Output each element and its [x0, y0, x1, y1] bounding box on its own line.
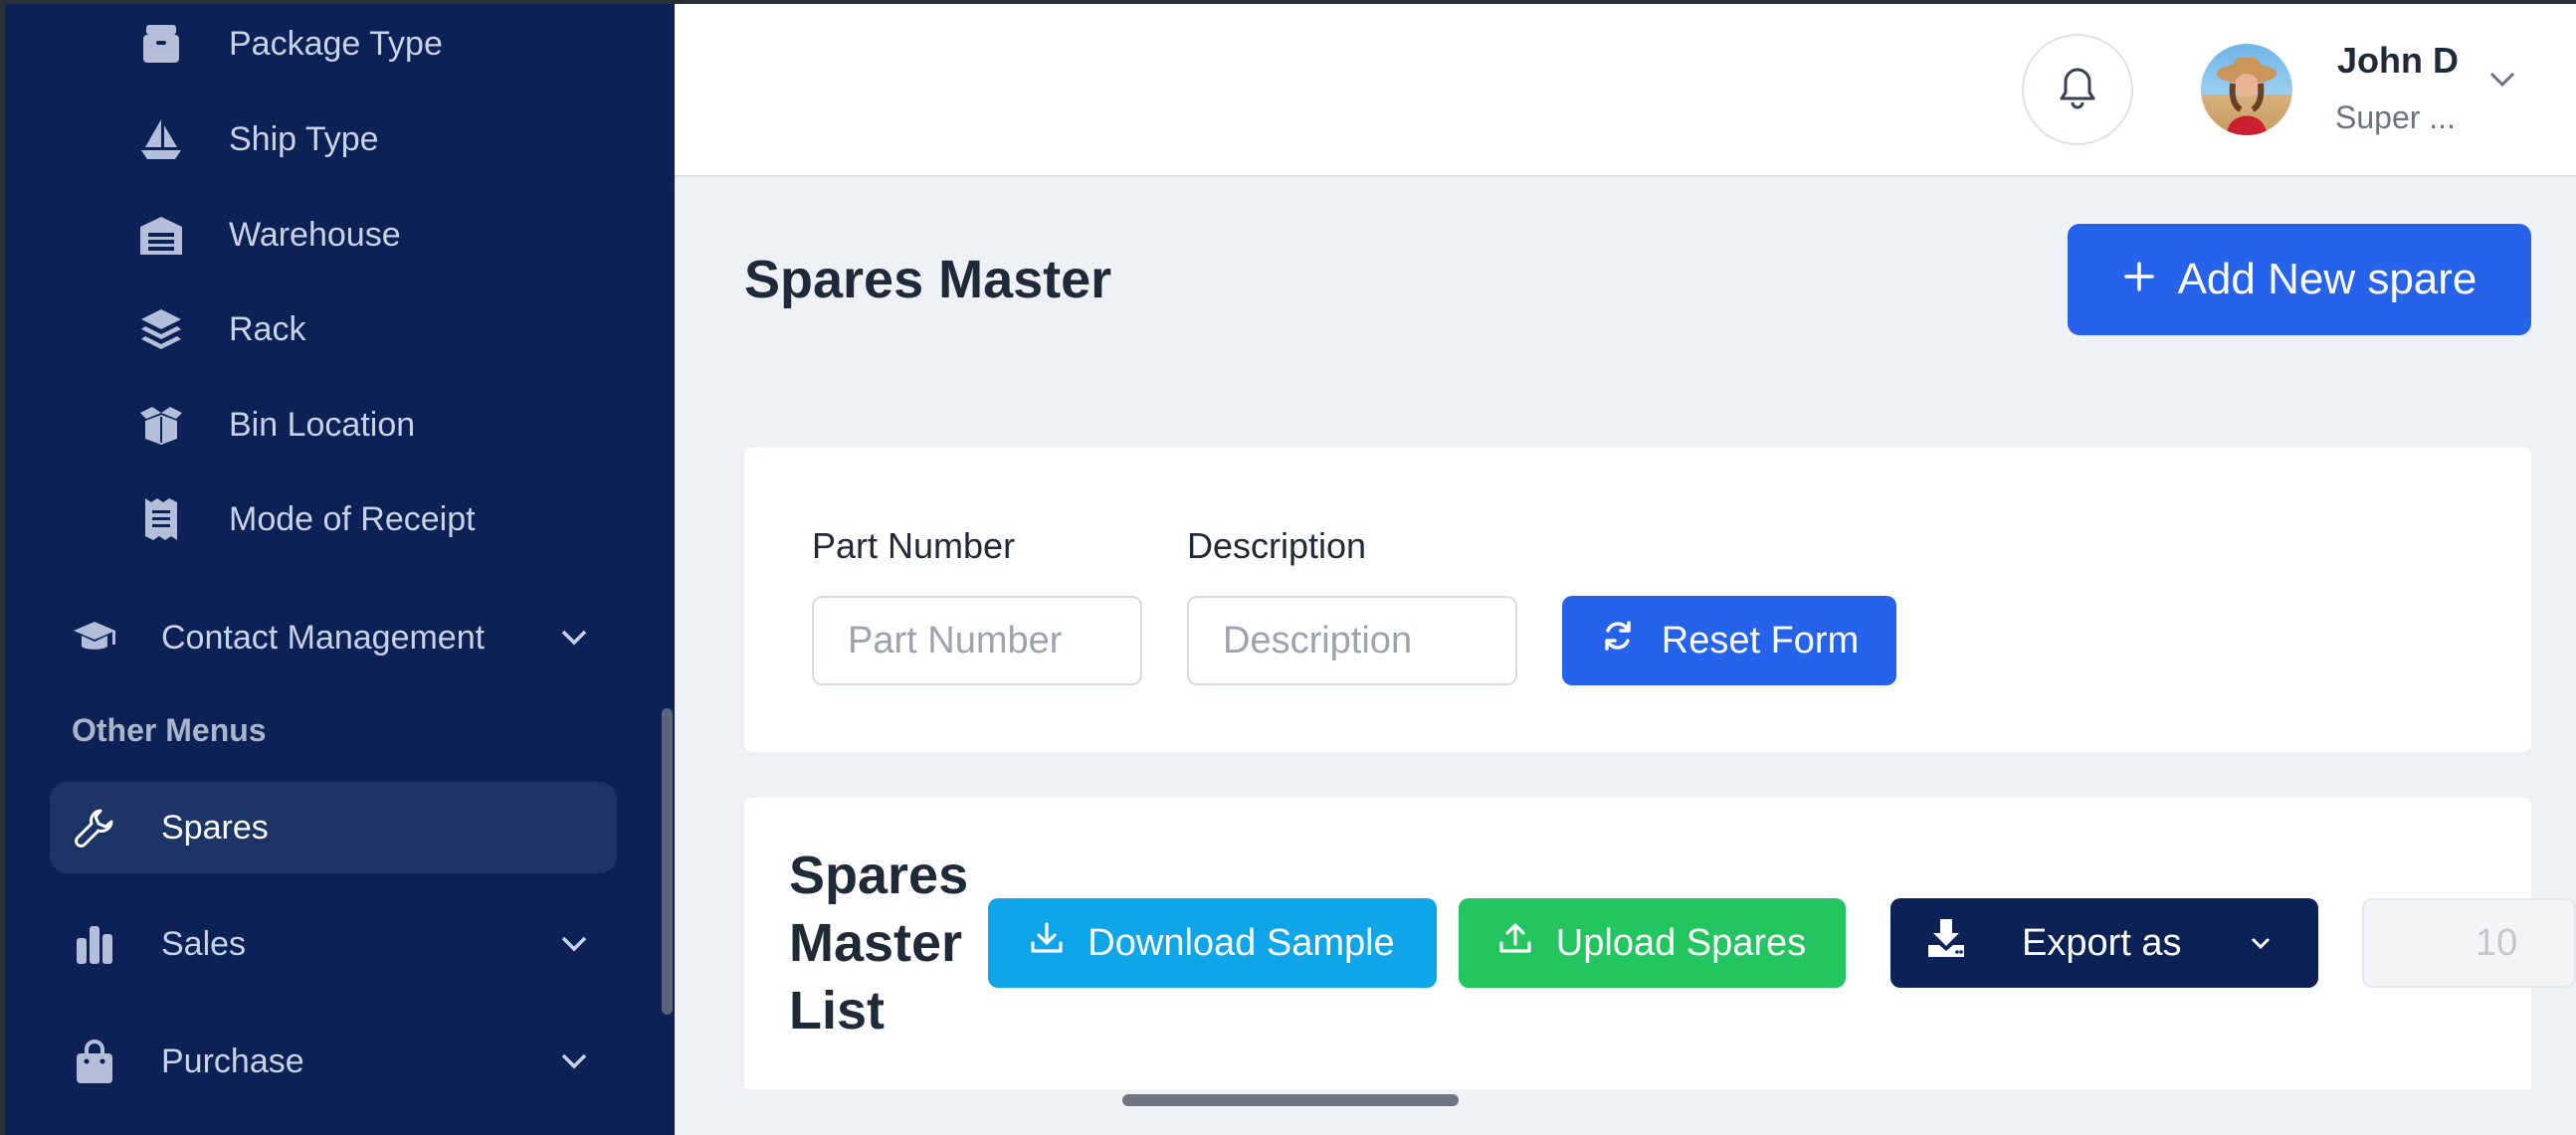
sidebar-item-warehouse[interactable]: Warehouse [137, 205, 401, 265]
page-title: Spares Master [744, 250, 1112, 309]
user-menu-chevron-down-icon[interactable] [2487, 70, 2517, 95]
sidebar-item-label: Package Type [229, 24, 443, 63]
bell-icon [2058, 66, 2097, 114]
download-icon [1030, 921, 1064, 965]
package-icon [137, 20, 185, 68]
box-open-icon [137, 401, 185, 449]
chevron-down-icon [549, 935, 599, 953]
part-number-input[interactable] [812, 596, 1142, 685]
sidebar-item-purchase[interactable]: Purchase [50, 1016, 617, 1107]
sidebar-item-label: Contact Management [161, 618, 486, 657]
sailboat-icon [137, 115, 185, 163]
sidebar-item-label: Rack [229, 309, 306, 348]
upload-spares-button[interactable]: Upload Spares [1459, 898, 1846, 988]
sidebar-item-contact-management[interactable]: Contact Management [50, 592, 617, 683]
upload-icon [1498, 921, 1532, 965]
sidebar-item-label: Spares [161, 808, 269, 847]
sidebar-item-label: Warehouse [229, 215, 401, 254]
sidebar-item-ship-type[interactable]: Ship Type [137, 109, 379, 169]
page-size-value: 10 [2476, 921, 2518, 964]
bar-chart-icon [50, 924, 139, 964]
graduation-cap-icon [50, 620, 139, 656]
sidebar-item-bin-location[interactable]: Bin Location [137, 395, 415, 455]
section-heading-other-menus: Other Menus [72, 712, 267, 748]
description-input[interactable] [1187, 596, 1517, 685]
reset-form-label: Reset Form [1661, 619, 1860, 662]
reset-form-button[interactable]: Reset Form [1562, 596, 1896, 685]
sidebar-item-mode-of-receipt[interactable]: Mode of Receipt [137, 489, 476, 549]
chevron-down-icon [549, 1052, 599, 1070]
upload-spares-label: Upload Spares [1555, 921, 1807, 964]
download-tray-icon [1926, 917, 1966, 969]
part-number-label: Part Number [812, 525, 1016, 566]
notifications-button[interactable] [2022, 34, 2133, 145]
sidebar-item-sales[interactable]: Sales [50, 898, 617, 990]
refresh-icon [1600, 618, 1636, 663]
sidebar: Package Type Ship Type Warehouse Rack Bi… [0, 0, 675, 1135]
plus-icon [2122, 255, 2156, 304]
sidebar-item-label: Mode of Receipt [229, 499, 476, 538]
user-name: John D [2337, 40, 2459, 81]
sidebar-item-label: Sales [161, 924, 247, 963]
user-role: Super ... [2335, 99, 2456, 135]
layers-icon [137, 305, 185, 353]
chevron-down-icon [2249, 935, 2273, 951]
sidebar-item-label: Purchase [161, 1041, 304, 1080]
add-new-spare-button[interactable]: Add New spare [2068, 224, 2531, 335]
download-sample-label: Download Sample [1088, 921, 1395, 964]
page-size-select[interactable]: 10 [2362, 898, 2576, 988]
export-as-label: Export as [2022, 921, 2182, 964]
horizontal-scrollbar[interactable] [1122, 1094, 1459, 1106]
avatar[interactable] [2201, 44, 2292, 135]
sidebar-item-label: Ship Type [229, 119, 379, 158]
shopping-bag-icon [50, 1040, 139, 1083]
sidebar-scrollbar[interactable] [662, 708, 673, 1015]
export-as-dropdown[interactable]: Export as [1890, 898, 2318, 988]
chevron-down-icon [549, 629, 599, 647]
add-new-spare-label: Add New spare [2177, 255, 2477, 303]
sidebar-item-spares[interactable]: Spares [50, 782, 617, 873]
receipt-icon [137, 495, 185, 543]
sidebar-item-package-type[interactable]: Package Type [137, 14, 443, 74]
list-title: Spares Master List [789, 846, 969, 1040]
warehouse-icon [137, 211, 185, 259]
download-sample-button[interactable]: Download Sample [988, 898, 1437, 988]
sidebar-item-label: Bin Location [229, 405, 416, 444]
wrench-icon [50, 808, 139, 848]
description-label: Description [1187, 525, 1367, 566]
sidebar-item-rack[interactable]: Rack [137, 299, 305, 359]
